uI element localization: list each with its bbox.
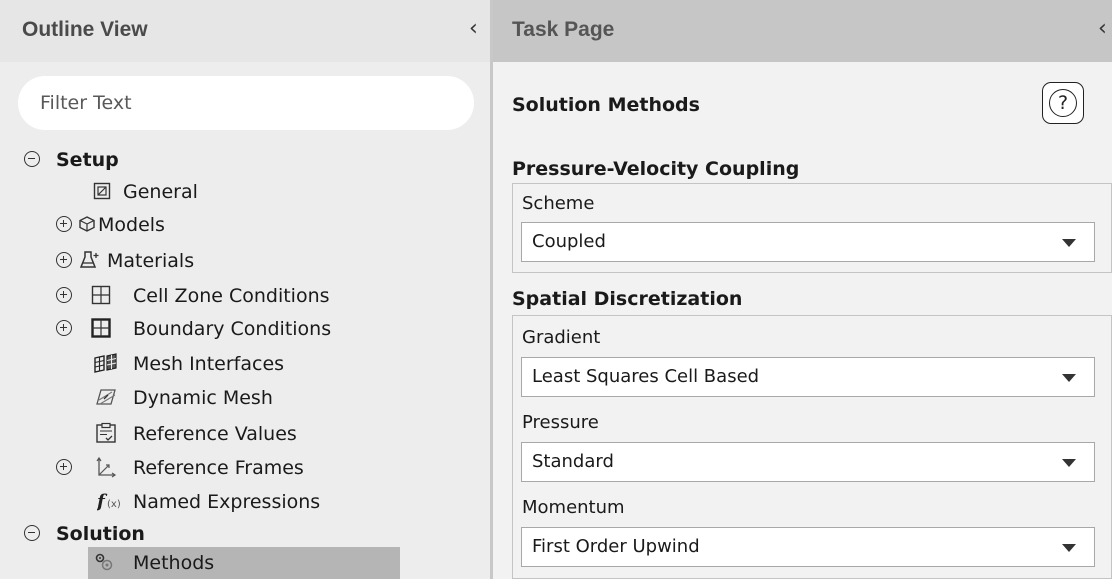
dropdown-arrow-icon [1062, 239, 1076, 247]
tree-item-dynamic-mesh[interactable]: Dynamic Mesh [0, 382, 490, 414]
tree-item-models[interactable]: Models [0, 209, 490, 241]
boundary-icon [91, 318, 111, 338]
pressure-velocity-coupling-title: Pressure-Velocity Coupling [512, 158, 800, 180]
help-icon: ? [1049, 89, 1077, 117]
tree-item-label: Reference Frames [133, 457, 304, 479]
svg-text:(x): (x) [107, 499, 121, 510]
tree-item-label: Setup [56, 149, 119, 171]
tree-item-label: Cell Zone Conditions [133, 285, 330, 307]
tree-item-setup[interactable]: Setup [0, 144, 490, 176]
dropdown-arrow-icon [1062, 544, 1076, 552]
pressure-label: Pressure [522, 412, 599, 433]
task-page-panel: Task Page ‹ Solution Methods ? Pressure-… [493, 0, 1112, 579]
materials-icon [80, 250, 100, 270]
solution-methods-heading: Solution Methods [512, 94, 700, 116]
momentum-value: First Order Upwind [532, 536, 700, 557]
dynamic-mesh-icon [95, 387, 117, 407]
tree-item-general[interactable]: General [0, 176, 490, 208]
tree-item-reference-frames[interactable]: Reference Frames [0, 452, 490, 484]
outline-view-header: Outline View ‹ [0, 0, 490, 62]
momentum-label: Momentum [522, 497, 625, 518]
collapse-minus-icon[interactable] [24, 525, 40, 541]
outline-view-title: Outline View [22, 18, 148, 41]
tree-item-solution[interactable]: Solution [0, 518, 490, 550]
mesh-interfaces-icon [93, 353, 119, 373]
models-icon [77, 214, 97, 234]
expand-plus-icon[interactable] [56, 459, 72, 475]
reference-frames-icon [95, 456, 117, 478]
pressure-dropdown[interactable]: Standard [521, 442, 1095, 482]
dropdown-arrow-icon [1062, 459, 1076, 467]
momentum-dropdown[interactable]: First Order Upwind [521, 527, 1095, 567]
scheme-dropdown[interactable]: Coupled [521, 222, 1095, 262]
collapse-chevron-icon[interactable]: ‹ [1098, 16, 1107, 41]
expand-plus-icon[interactable] [56, 287, 72, 303]
tree-item-cell-zone-conditions[interactable]: Cell Zone Conditions [0, 280, 490, 312]
expand-plus-icon[interactable] [56, 320, 72, 336]
tree-item-mesh-interfaces[interactable]: Mesh Interfaces [0, 348, 490, 380]
task-page-title: Task Page [512, 18, 615, 41]
dropdown-arrow-icon [1062, 374, 1076, 382]
expand-plus-icon[interactable] [56, 216, 72, 232]
spatial-discretization-title: Spatial Discretization [512, 288, 743, 310]
tree-item-label: Reference Values [133, 423, 297, 445]
tree-item-label: Mesh Interfaces [133, 353, 285, 375]
tree-item-methods[interactable]: Methods [88, 547, 400, 579]
tree-item-materials[interactable]: Materials [0, 245, 490, 277]
general-icon [92, 181, 112, 201]
outline-view-panel: Outline View ‹ Setup General Models Mate… [0, 0, 490, 579]
tree-item-label: Named Expressions [133, 491, 321, 513]
tree-item-label: Boundary Conditions [133, 318, 332, 340]
gradient-value: Least Squares Cell Based [532, 366, 760, 387]
gradient-dropdown[interactable]: Least Squares Cell Based [521, 357, 1095, 397]
filter-text-input[interactable] [18, 76, 474, 130]
scheme-value: Coupled [532, 231, 606, 252]
tree-item-label: Models [98, 214, 165, 236]
cell-zone-icon [91, 285, 111, 305]
collapse-chevron-left-icon[interactable]: ‹ [469, 16, 478, 41]
tree-item-named-expressions[interactable]: f (x) Named Expressions [0, 486, 490, 518]
tree-item-label: Dynamic Mesh [133, 387, 273, 409]
collapse-minus-icon[interactable] [24, 151, 40, 167]
expand-plus-icon[interactable] [56, 252, 72, 268]
pressure-value: Standard [532, 451, 614, 472]
named-expressions-icon: f (x) [97, 491, 121, 511]
methods-icon [94, 552, 114, 572]
tree-item-label: Solution [56, 523, 145, 545]
tree-item-reference-values[interactable]: Reference Values [0, 418, 490, 450]
task-page-header: Task Page ‹ [493, 0, 1112, 62]
tree-item-label: Methods [133, 552, 215, 574]
tree-item-label: Materials [107, 250, 195, 272]
reference-values-icon [95, 422, 117, 443]
help-button[interactable]: ? [1042, 82, 1084, 124]
gradient-label: Gradient [522, 327, 601, 348]
scheme-label: Scheme [522, 193, 595, 214]
tree-item-label: General [123, 181, 198, 203]
tree-item-boundary-conditions[interactable]: Boundary Conditions [0, 313, 490, 345]
